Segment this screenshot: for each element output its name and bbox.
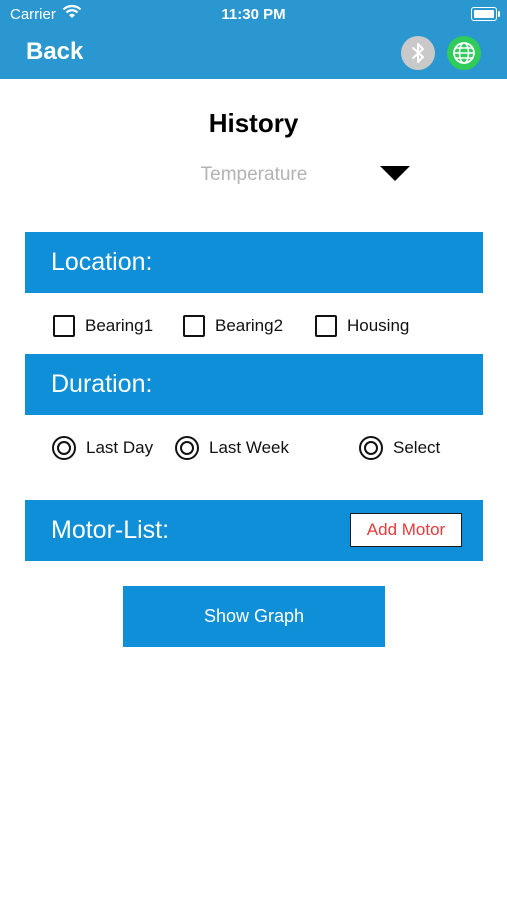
radio-label: Last Day: [86, 438, 154, 457]
checkbox-bearing1[interactable]: Bearing1: [53, 313, 153, 339]
measurement-dropdown[interactable]: Temperature: [150, 160, 420, 190]
status-time: 11:30 PM: [221, 6, 286, 23]
radio-label: Last Week: [209, 438, 290, 457]
radio-label: Select: [393, 438, 441, 457]
battery-icon: [471, 7, 500, 21]
navigation-bar: Carrier 11:30 PM Back: [0, 0, 507, 79]
radio-last-week[interactable]: Last Week: [175, 435, 289, 461]
checkbox-label: Bearing1: [85, 316, 154, 335]
back-button[interactable]: Back: [26, 38, 83, 66]
checkbox-label: Bearing2: [215, 316, 284, 335]
duration-header-label: Duration:: [51, 370, 153, 398]
checkbox-icon[interactable]: [183, 315, 205, 337]
radio-select[interactable]: Select: [359, 435, 440, 461]
bluetooth-icon[interactable]: [401, 36, 435, 70]
checkbox-icon[interactable]: [315, 315, 337, 337]
duration-header: Duration:: [25, 354, 483, 415]
show-graph-button[interactable]: Show Graph: [123, 586, 385, 647]
radio-last-day[interactable]: Last Day: [52, 435, 153, 461]
checkbox-housing[interactable]: Housing: [315, 313, 409, 339]
globe-icon[interactable]: [447, 36, 481, 70]
motor-list-header-label: Motor-List:: [51, 516, 170, 544]
checkbox-bearing2[interactable]: Bearing2: [183, 313, 283, 339]
radio-icon[interactable]: [52, 436, 76, 460]
triangle-down-icon[interactable]: [380, 166, 410, 187]
location-header-label: Location:: [51, 248, 153, 276]
location-header: Location:: [25, 232, 483, 293]
page-title: History: [208, 108, 299, 138]
dropdown-value: Temperature: [200, 164, 308, 185]
add-motor-button[interactable]: Add Motor: [350, 513, 462, 547]
status-bar: Carrier 11:30 PM: [0, 0, 507, 30]
radio-icon[interactable]: [175, 436, 199, 460]
checkbox-label: Housing: [347, 316, 410, 335]
radio-icon[interactable]: [359, 436, 383, 460]
checkbox-icon[interactable]: [53, 315, 75, 337]
